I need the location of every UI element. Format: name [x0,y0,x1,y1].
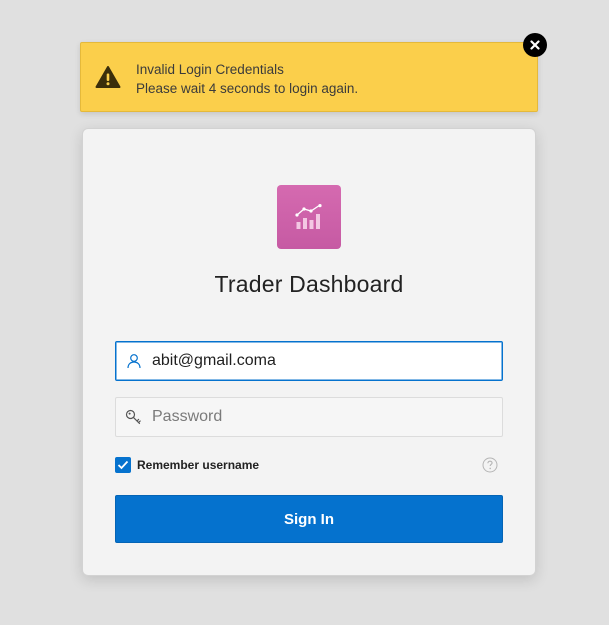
password-input[interactable] [152,408,492,426]
close-alert-button[interactable] [523,33,547,57]
alert-message: Please wait 4 seconds to login again. [136,81,359,96]
remember-label: Remember username [137,458,260,472]
help-icon[interactable] [482,457,498,473]
username-input[interactable] [152,352,492,370]
alert-title: Invalid Login Credentials [136,62,284,77]
app-title: Trader Dashboard [214,271,404,297]
warning-icon [95,65,121,89]
alert-text: Invalid Login Credentials Please wait 4 … [136,60,358,98]
chart-icon [295,204,323,230]
key-icon [116,398,152,436]
user-icon [116,342,152,380]
remember-checkbox[interactable] [115,457,131,473]
sign-in-button[interactable]: Sign In [115,495,503,543]
remember-username[interactable]: Remember username [115,457,259,473]
checkmark-icon [117,460,129,470]
username-field[interactable] [115,341,503,381]
close-icon [530,40,540,50]
password-field[interactable] [115,397,503,437]
login-card: Trader Dashboard Remem [82,128,536,576]
app-logo [277,185,341,249]
error-alert: Invalid Login Credentials Please wait 4 … [80,42,538,112]
